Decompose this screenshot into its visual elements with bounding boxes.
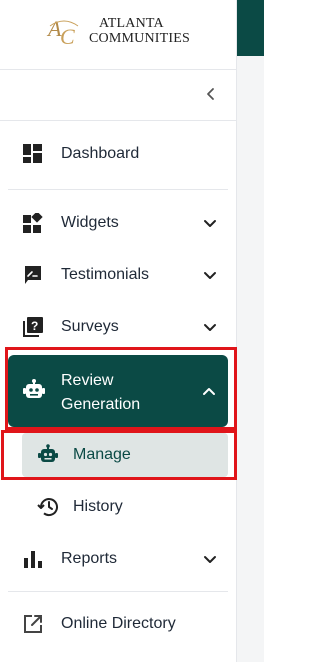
nav-label-widgets: Widgets xyxy=(61,214,119,231)
bar-chart-icon xyxy=(22,548,44,570)
nav-subitem-history[interactable]: History xyxy=(22,485,228,529)
svg-text:C: C xyxy=(60,24,75,48)
nav-item-surveys[interactable]: ? Surveys xyxy=(0,301,237,353)
nav-item-reports[interactable]: Reports xyxy=(0,533,237,585)
chevron-left-icon[interactable] xyxy=(204,87,218,101)
nav-label-testimonials: Testimonials xyxy=(61,266,150,283)
nav-item-testimonials[interactable]: Testimonials xyxy=(0,249,237,301)
nav-label-surveys: Surveys xyxy=(61,318,119,335)
external-link-icon xyxy=(22,613,44,635)
divider xyxy=(8,189,228,190)
nav-item-online-directory[interactable]: Online Directory xyxy=(0,598,237,650)
chevron-down-icon xyxy=(204,324,216,331)
nav-label-online-directory: Online Directory xyxy=(61,615,176,632)
history-icon xyxy=(37,498,58,517)
brand-line-2: COMMUNITIES xyxy=(89,31,190,46)
nav-label-dashboard: Dashboard xyxy=(61,145,140,162)
divider xyxy=(8,591,228,592)
survey-icon: ? xyxy=(22,316,44,338)
sidebar: A C ATLANTA COMMUNITIES Dashboard Widget… xyxy=(0,0,237,662)
widgets-icon xyxy=(22,212,44,234)
nav-item-dashboard[interactable]: Dashboard xyxy=(0,128,237,180)
top-header-bar xyxy=(237,0,264,56)
atlanta-communities-logo-mark: A C xyxy=(46,16,79,48)
svg-text:?: ? xyxy=(31,319,38,333)
chevron-down-icon xyxy=(204,556,216,563)
collapse-sidebar-row xyxy=(0,70,237,121)
nav-label-reports: Reports xyxy=(61,550,118,567)
brand-name: ATLANTA COMMUNITIES xyxy=(89,16,190,46)
main-content-area xyxy=(237,0,264,662)
brand-logo[interactable]: A C ATLANTA COMMUNITIES xyxy=(0,0,237,70)
highlight-outline-review-generation xyxy=(5,347,237,430)
highlight-outline-manage xyxy=(1,430,237,480)
nav-label-history: History xyxy=(73,498,123,515)
nav-item-widgets[interactable]: Widgets xyxy=(0,197,237,249)
chevron-down-icon xyxy=(204,272,216,279)
testimonial-icon xyxy=(22,264,44,286)
dashboard-icon xyxy=(22,143,44,165)
brand-line-1: ATLANTA xyxy=(99,16,164,31)
chevron-down-icon xyxy=(204,220,216,227)
